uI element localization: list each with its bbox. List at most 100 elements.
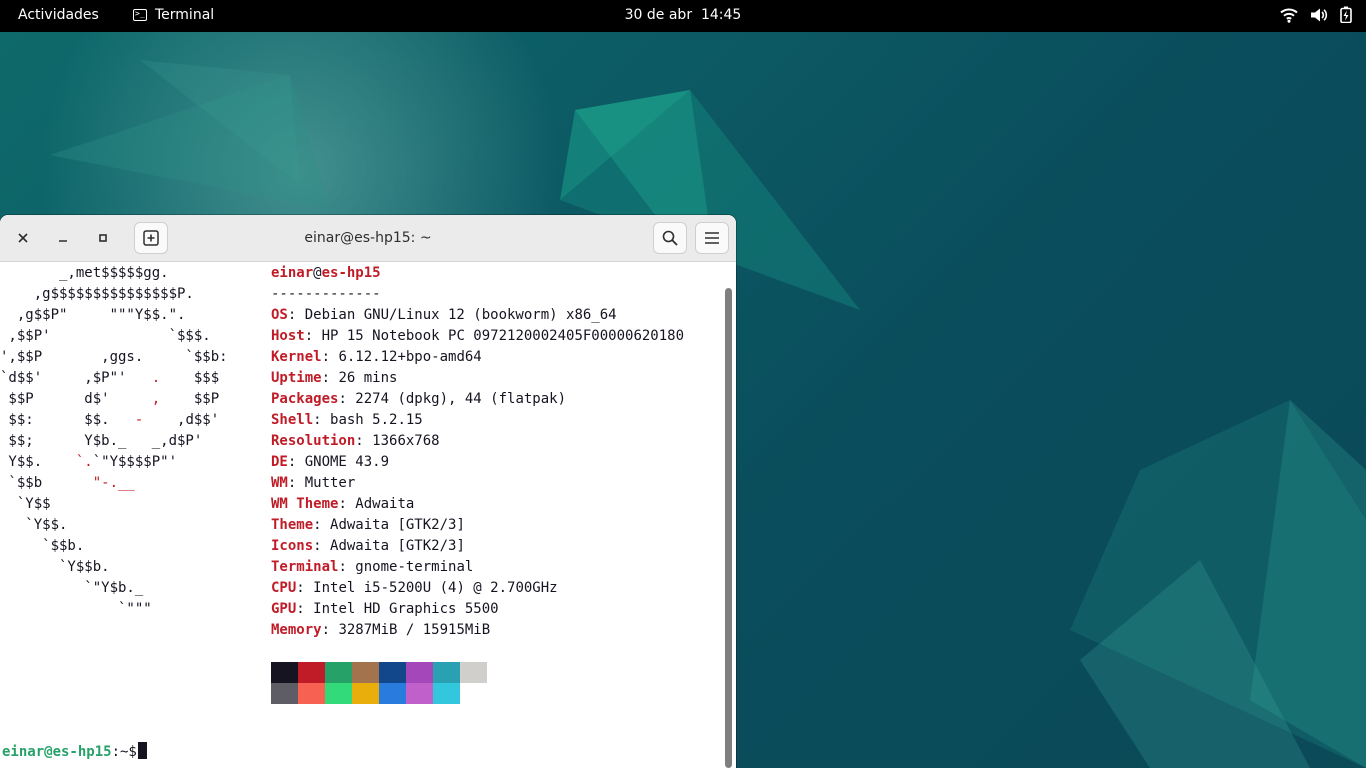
neofetch-user: einar bbox=[271, 265, 314, 281]
palette-swatch bbox=[433, 662, 460, 683]
info-value: Intel i5-5200U (4) @ 2.700GHz bbox=[313, 580, 558, 596]
info-line: Uptime: 26 mins bbox=[271, 370, 398, 386]
menu-button[interactable] bbox=[695, 222, 729, 254]
palette-swatch bbox=[406, 683, 433, 704]
info-line: Shell: bash 5.2.15 bbox=[271, 412, 423, 428]
logo-line: `"Y$b._ bbox=[0, 580, 144, 596]
info-value: bash 5.2.15 bbox=[330, 412, 423, 428]
battery-icon bbox=[1340, 6, 1352, 23]
close-button[interactable] bbox=[6, 222, 40, 254]
logo-line: `$$b "-.__ bbox=[0, 475, 135, 491]
clock-date: 30 de abr bbox=[624, 7, 693, 23]
info-key: Host bbox=[271, 328, 305, 344]
terminal-output[interactable]: _,met$$$$$gg. ,g$$$$$$$$$$$$$$$P. ,g$$P"… bbox=[0, 262, 722, 768]
palette-swatch bbox=[298, 683, 325, 704]
palette-swatch bbox=[298, 662, 325, 683]
info-key: Shell bbox=[271, 412, 314, 428]
palette-swatch bbox=[325, 683, 352, 704]
logo-line: `d$$' ,$P"' . $$$ bbox=[0, 370, 220, 386]
system-status-area[interactable] bbox=[1280, 6, 1352, 23]
info-value: Adwaita [GTK2/3] bbox=[330, 517, 465, 533]
info-line: GPU: Intel HD Graphics 5500 bbox=[271, 601, 499, 617]
header-bar[interactable]: einar@es-hp15: ~ bbox=[0, 215, 736, 262]
logo-line: `Y$$. bbox=[0, 517, 68, 533]
volume-icon bbox=[1311, 8, 1328, 21]
info-value: 26 mins bbox=[338, 370, 398, 386]
search-button[interactable] bbox=[653, 222, 687, 254]
palette-swatch bbox=[379, 683, 406, 704]
maximize-button[interactable] bbox=[86, 222, 120, 254]
scrollbar[interactable] bbox=[722, 262, 736, 768]
palette-swatch bbox=[460, 683, 487, 704]
palette-swatch bbox=[433, 683, 460, 704]
logo-line: `$$b. bbox=[0, 538, 85, 554]
app-menu[interactable]: >_ Terminal bbox=[133, 7, 214, 23]
new-tab-icon bbox=[143, 230, 159, 246]
info-line: WM Theme: Adwaita bbox=[271, 496, 415, 512]
logo-line: `""" bbox=[0, 601, 152, 617]
palette-swatch bbox=[271, 683, 298, 704]
info-line: Packages: 2274 (dpkg), 44 (flatpak) bbox=[271, 391, 567, 407]
activities-button[interactable]: Actividades bbox=[18, 7, 99, 23]
palette-swatch bbox=[325, 662, 352, 683]
app-menu-label: Terminal bbox=[155, 7, 215, 23]
info-key: Theme bbox=[271, 517, 314, 533]
neofetch-separator: ------------- bbox=[271, 286, 381, 302]
info-line: Resolution: 1366x768 bbox=[271, 433, 440, 449]
info-line: Memory: 3287MiB / 15915MiB bbox=[271, 622, 491, 638]
palette-swatch bbox=[460, 662, 487, 683]
logo-line: $$P d$' , $$P bbox=[0, 391, 220, 407]
text-cursor bbox=[137, 742, 147, 759]
logo-line: _,met$$$$$gg. bbox=[0, 265, 169, 281]
logo-line: ,g$$$$$$$$$$$$$$$P. bbox=[0, 286, 194, 302]
info-key: CPU bbox=[271, 580, 297, 596]
logo-line: $$; Y$b._ _,d$P' bbox=[0, 433, 203, 449]
clock-button[interactable]: 30 de abr 14:45 bbox=[625, 7, 742, 23]
info-value: Intel HD Graphics 5500 bbox=[313, 601, 499, 617]
info-line: WM: Mutter bbox=[271, 475, 356, 491]
palette-swatch bbox=[406, 662, 433, 683]
info-key: Resolution bbox=[271, 433, 356, 449]
prompt-path: :~$ bbox=[111, 744, 137, 760]
info-value: Adwaita [GTK2/3] bbox=[330, 538, 465, 554]
terminal-window: einar@es-hp15: ~ _,met$$$$$gg. ,g$$$$$$$… bbox=[0, 215, 736, 768]
logo-line: ,$$P' `$$$. bbox=[0, 328, 211, 344]
info-key: WM bbox=[271, 475, 288, 491]
info-line: Host: HP 15 Notebook PC 0972120002405F00… bbox=[271, 328, 685, 344]
palette-swatch bbox=[379, 662, 406, 683]
logo-line: `Y$$b. bbox=[0, 559, 110, 575]
palette-swatch bbox=[352, 662, 379, 683]
neofetch-host: es-hp15 bbox=[321, 265, 381, 281]
info-key: Kernel bbox=[271, 349, 322, 365]
info-value: Debian GNU/Linux 12 (bookworm) x86_64 bbox=[304, 307, 617, 323]
neofetch-header: einar@es-hp15 bbox=[271, 263, 381, 284]
search-icon bbox=[662, 230, 678, 246]
info-value: 2274 (dpkg), 44 (flatpak) bbox=[355, 391, 567, 407]
logo-line: ,g$$P" """Y$$.". bbox=[0, 307, 186, 323]
info-line: CPU: Intel i5-5200U (4) @ 2.700GHz bbox=[271, 580, 558, 596]
info-key: OS bbox=[271, 307, 288, 323]
info-key: Uptime bbox=[271, 370, 322, 386]
info-line: Terminal: gnome-terminal bbox=[271, 559, 474, 575]
clock-time: 14:45 bbox=[700, 7, 742, 23]
wifi-icon bbox=[1280, 8, 1298, 23]
close-icon bbox=[18, 233, 28, 243]
info-value: HP 15 Notebook PC 0972120002405F00000620… bbox=[321, 328, 685, 344]
palette-swatch bbox=[352, 683, 379, 704]
prompt-userhost: einar@es-hp15 bbox=[2, 744, 112, 760]
minimize-icon bbox=[59, 240, 67, 242]
info-key: GPU bbox=[271, 601, 297, 617]
minimize-button[interactable] bbox=[46, 222, 80, 254]
new-tab-button[interactable] bbox=[134, 222, 168, 254]
logo-line: ',$$P ,ggs. `$$b: bbox=[0, 349, 228, 365]
info-line: DE: GNOME 43.9 bbox=[271, 454, 390, 470]
info-line: Icons: Adwaita [GTK2/3] bbox=[271, 538, 465, 554]
info-key: Terminal bbox=[271, 559, 339, 575]
info-line: Theme: Adwaita [GTK2/3] bbox=[271, 517, 465, 533]
scrollbar-thumb[interactable] bbox=[725, 288, 732, 768]
info-key: Icons bbox=[271, 538, 314, 554]
info-key: WM Theme bbox=[271, 496, 339, 512]
shell-prompt[interactable]: einar@es-hp15:~$ bbox=[2, 742, 147, 763]
info-key: Memory bbox=[271, 622, 322, 638]
info-key: DE bbox=[271, 454, 288, 470]
